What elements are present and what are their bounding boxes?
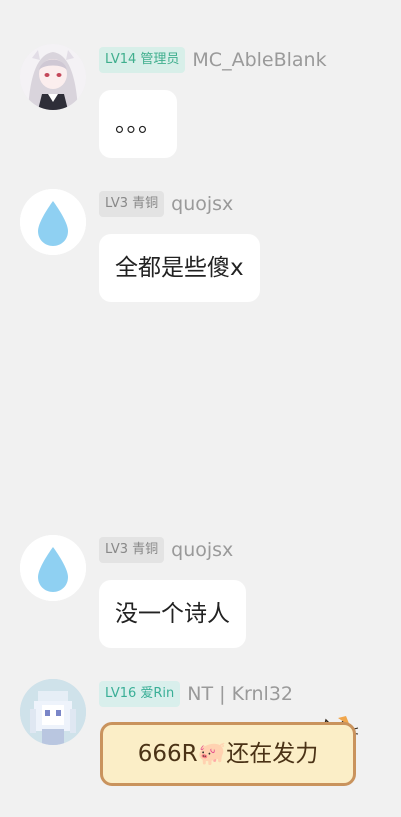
username[interactable]: MC_AbleBlank: [192, 49, 326, 71]
level-badge: LV3 青铜: [99, 537, 165, 563]
message-meta: LV3 青铜 quojsx: [99, 537, 233, 563]
level-text: LV3: [105, 196, 128, 211]
avatar[interactable]: [20, 44, 86, 110]
anime-girl-avatar-icon: [20, 44, 86, 110]
username[interactable]: quojsx: [171, 539, 233, 561]
pixel-girl-avatar-icon: [20, 679, 86, 745]
message-meta: LV14 管理员 MC_AbleBlank: [99, 47, 327, 73]
message-meta: LV3 青铜 quojsx: [99, 191, 233, 217]
message-bubble[interactable]: 。。。: [99, 90, 177, 158]
level-text: LV3: [105, 542, 128, 557]
username[interactable]: quojsx: [171, 193, 233, 215]
message-text: 666R: [137, 741, 198, 767]
pig-emoji: 🐖: [197, 741, 227, 767]
username[interactable]: NT | Krnl32: [187, 683, 293, 705]
message-meta: LV16 爱Rin NT | Krnl32: [99, 681, 293, 707]
level-text: LV14: [105, 52, 137, 67]
level-title: 青铜: [132, 542, 159, 557]
avatar[interactable]: [20, 189, 86, 255]
avatar[interactable]: [20, 679, 86, 745]
level-title: 管理员: [140, 52, 180, 67]
level-title: 爱Rin: [140, 686, 175, 701]
level-badge: LV3 青铜: [99, 191, 165, 217]
level-badge: LV16 爱Rin: [99, 681, 181, 707]
water-drop-icon: [20, 189, 86, 255]
message-bubble[interactable]: 666R🐖还在发力: [100, 722, 356, 786]
message-bubble[interactable]: 全都是些傻x: [99, 234, 260, 302]
level-title: 青铜: [132, 196, 159, 211]
message-bubble[interactable]: 没一个诗人: [99, 580, 246, 648]
level-badge: LV14 管理员: [99, 47, 186, 73]
level-text: LV16: [105, 686, 137, 701]
water-drop-icon: [20, 535, 86, 601]
avatar[interactable]: [20, 535, 86, 601]
message-text: 还在发力: [226, 741, 319, 767]
